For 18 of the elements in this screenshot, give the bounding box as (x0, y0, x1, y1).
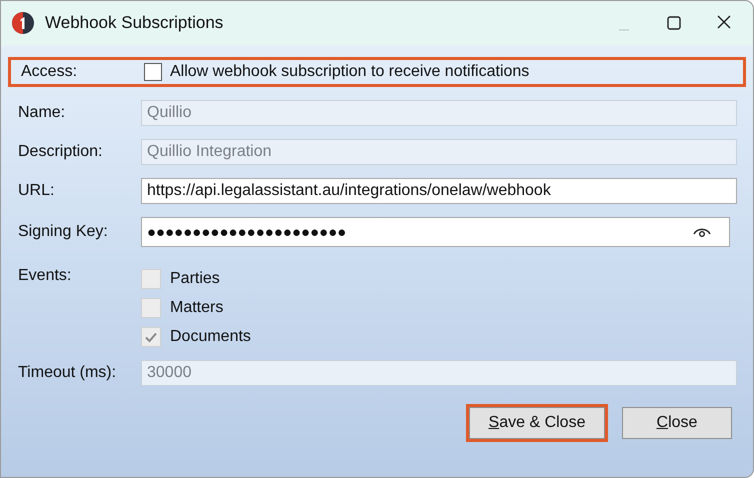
field-label: Events: (18, 267, 72, 286)
checkbox-label: Allow webhook subscription to receive notifications (170, 63, 530, 81)
checkbox-label: Parties (170, 270, 220, 288)
checkbox-label: Matters (170, 299, 224, 317)
field-label: Signing Key: (18, 223, 109, 241)
field-label: Timeout (ms): (18, 364, 118, 382)
input-field[interactable]: https://api.legalassistant.au/integrations/onelaw/webhook (141, 178, 737, 204)
field-label: Description: (18, 143, 104, 161)
checkbox-label: Documents (170, 328, 251, 346)
field-label: Name: (18, 104, 66, 122)
password-field[interactable]: ●●●●●●●●●●●●●●●●●●●●●● (141, 217, 730, 247)
field-label: URL: (18, 182, 56, 200)
checkbox[interactable] (144, 63, 162, 81)
window-title: Webhook Subscriptions (45, 13, 224, 33)
dialog-button[interactable]: Close (622, 407, 732, 439)
dialog-button[interactable]: Save & Close (466, 404, 608, 442)
field-label: Access: (21, 63, 78, 81)
app-logo-icon (11, 11, 35, 35)
